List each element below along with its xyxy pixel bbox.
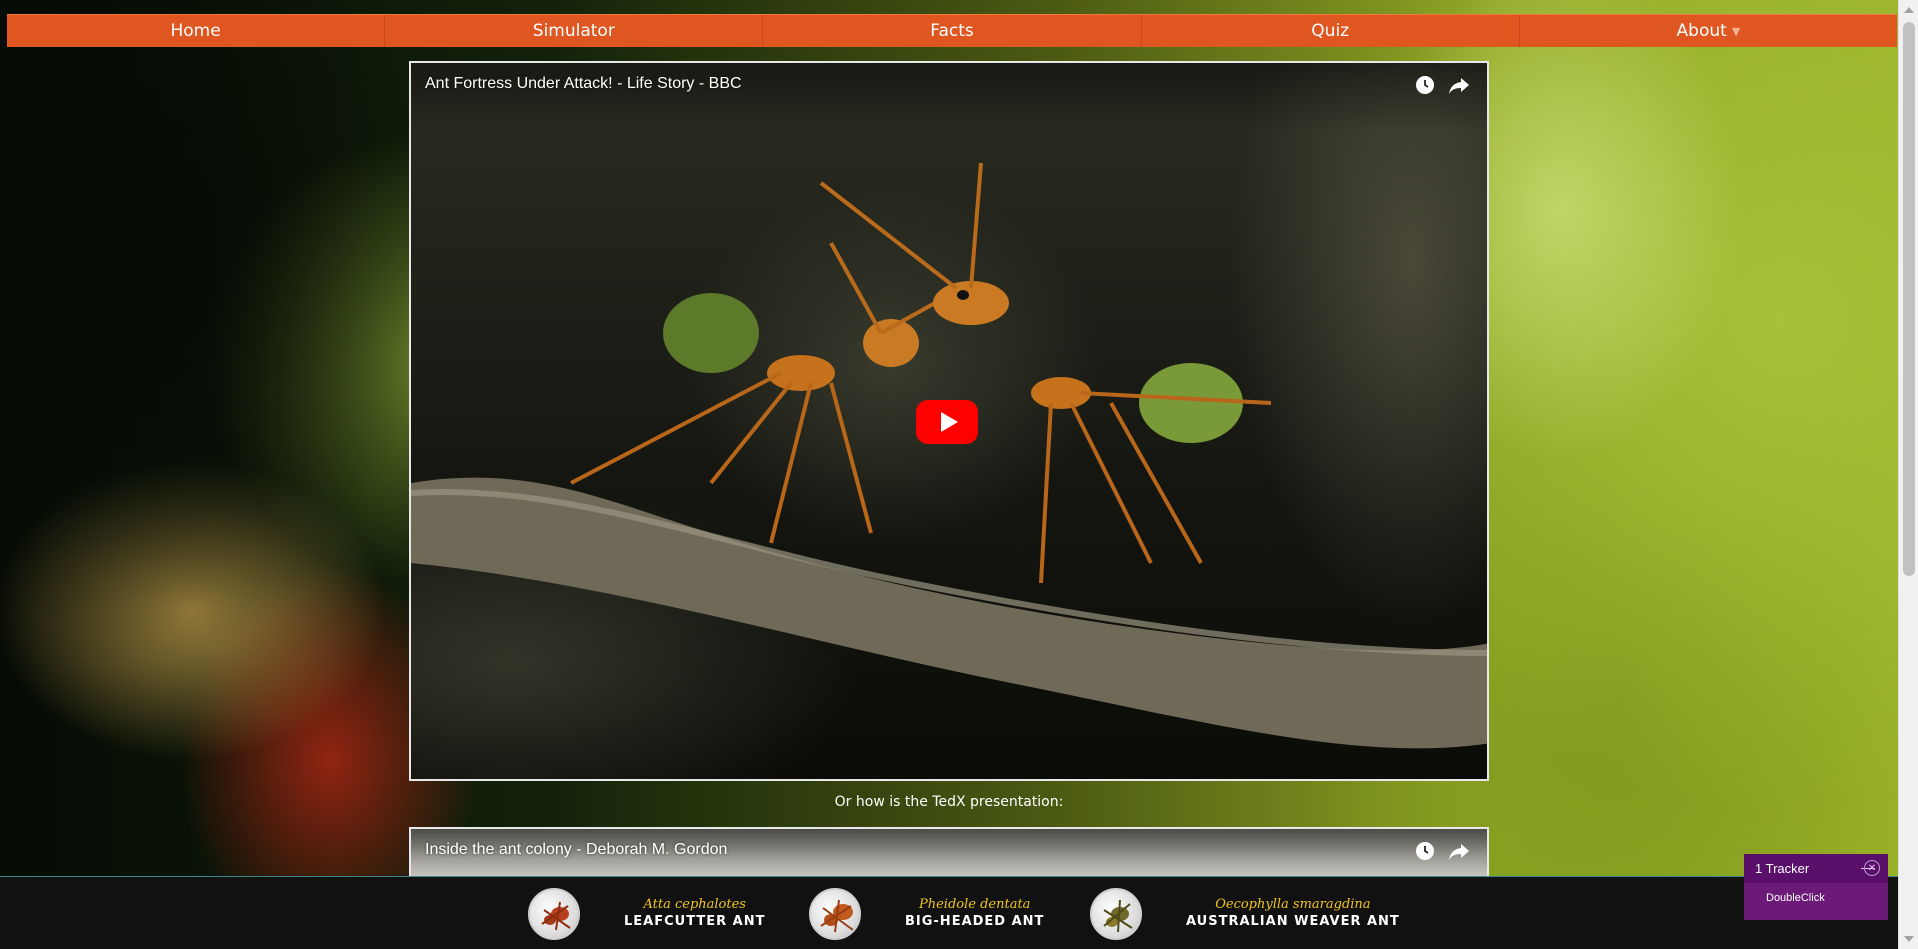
nav-about[interactable]: About ▼: [1520, 15, 1897, 47]
ant-item-leafcutter[interactable]: Atta cephalotes LEAFCUTTER ANT: [528, 888, 765, 940]
tracker-item[interactable]: DoubleClick: [1744, 883, 1888, 904]
close-icon[interactable]: ✕: [1864, 860, 1880, 876]
ant-common-name: BIG-HEADED ANT: [905, 914, 1045, 929]
video-player-main[interactable]: Ant Fortress Under Attack! - Life Story …: [409, 61, 1489, 781]
nav-facts[interactable]: Facts: [763, 15, 1142, 47]
ant-thumbnail: [1090, 888, 1142, 940]
tracker-header: 1 Tracker ✕: [1744, 854, 1888, 883]
ant-latin-name: Atta cephalotes: [643, 897, 746, 912]
ant-common-name: LEAFCUTTER ANT: [624, 914, 766, 929]
ant-thumbnail: [809, 888, 861, 940]
chevron-down-icon: ▼: [1731, 24, 1741, 38]
page-scrollbar[interactable]: [1898, 0, 1918, 949]
share-icon[interactable]: [1447, 839, 1471, 863]
share-icon[interactable]: [1447, 73, 1471, 97]
play-button[interactable]: [916, 400, 978, 444]
ant-latin-name: Pheidole dentata: [918, 897, 1031, 912]
scroll-down-icon[interactable]: [1904, 936, 1914, 942]
clock-icon[interactable]: [1413, 73, 1437, 97]
nav-quiz-label: Quiz: [1311, 21, 1350, 41]
ant-item-big-headed[interactable]: Pheidole dentata BIG-HEADED ANT: [809, 888, 1044, 940]
ant-item-weaver[interactable]: Oecophylla smaragdina AUSTRALIAN WEAVER …: [1090, 888, 1400, 940]
scroll-thumb[interactable]: [1903, 22, 1915, 576]
play-icon: [940, 412, 958, 432]
ant-latin-name: Oecophylla smaragdina: [1215, 897, 1371, 912]
nav-home-label: Home: [170, 21, 221, 41]
top-nav: Home Simulator Facts Quiz About ▼: [7, 14, 1897, 47]
tracker-widget[interactable]: 1 Tracker ✕ DoubleClick: [1744, 854, 1888, 920]
title-shade: [411, 63, 1487, 133]
ant-common-name: AUSTRALIAN WEAVER ANT: [1186, 914, 1400, 929]
tracker-title: 1 Tracker: [1755, 861, 1810, 876]
nav-home[interactable]: Home: [7, 15, 386, 47]
nav-about-label: About: [1676, 21, 1727, 41]
nav-facts-label: Facts: [930, 21, 974, 41]
nav-quiz[interactable]: Quiz: [1142, 15, 1520, 47]
ant-species-bar: Atta cephalotes LEAFCUTTER ANT Pheidole …: [0, 876, 1898, 949]
clock-icon[interactable]: [1413, 839, 1437, 863]
nav-simulator-label: Simulator: [532, 21, 615, 41]
scroll-up-icon[interactable]: [1904, 7, 1914, 13]
nav-simulator[interactable]: Simulator: [385, 15, 764, 47]
tedx-intro-text: Or how is the TedX presentation:: [834, 794, 1064, 810]
video-title[interactable]: Ant Fortress Under Attack! - Life Story …: [425, 75, 742, 93]
video-title[interactable]: Inside the ant colony - Deborah M. Gordo…: [425, 841, 727, 859]
ant-thumbnail: [528, 888, 580, 940]
